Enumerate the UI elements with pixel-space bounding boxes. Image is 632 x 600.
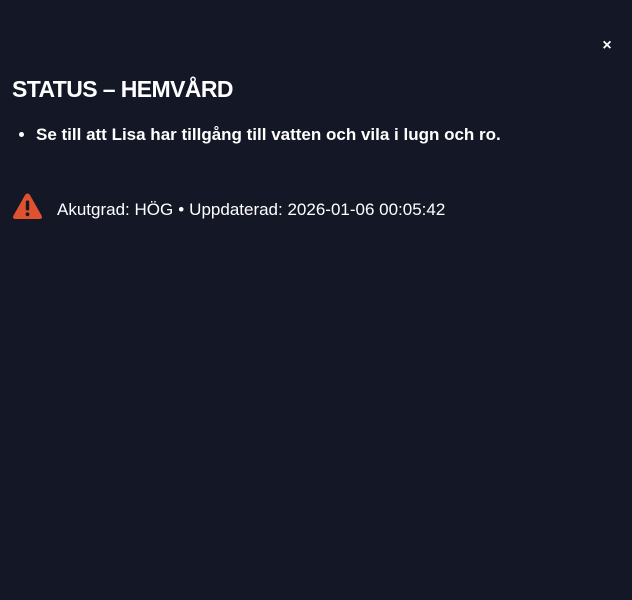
status-row: Akutgrad: HÖG • Uppdaterad: 2026-01-06 00:…: [12, 192, 445, 220]
status-separator: •: [178, 200, 185, 219]
instruction-list: Se till att Lisa har tillgång till vatte…: [0, 124, 501, 146]
status-text: Akutgrad: HÖG • Uppdaterad: 2026-01-06 00:…: [57, 192, 445, 220]
warning-triangle-icon: [12, 193, 43, 219]
urgency-label: Akutgrad: HÖG: [57, 200, 174, 219]
close-button[interactable]: ×: [599, 38, 615, 54]
instruction-item: Se till att Lisa har tillgång till vatte…: [36, 124, 501, 146]
page-title: STATUS – HEMVÅRD: [12, 76, 233, 102]
updated-timestamp: Uppdaterad: 2026-01-06 00:05:42: [189, 200, 446, 219]
